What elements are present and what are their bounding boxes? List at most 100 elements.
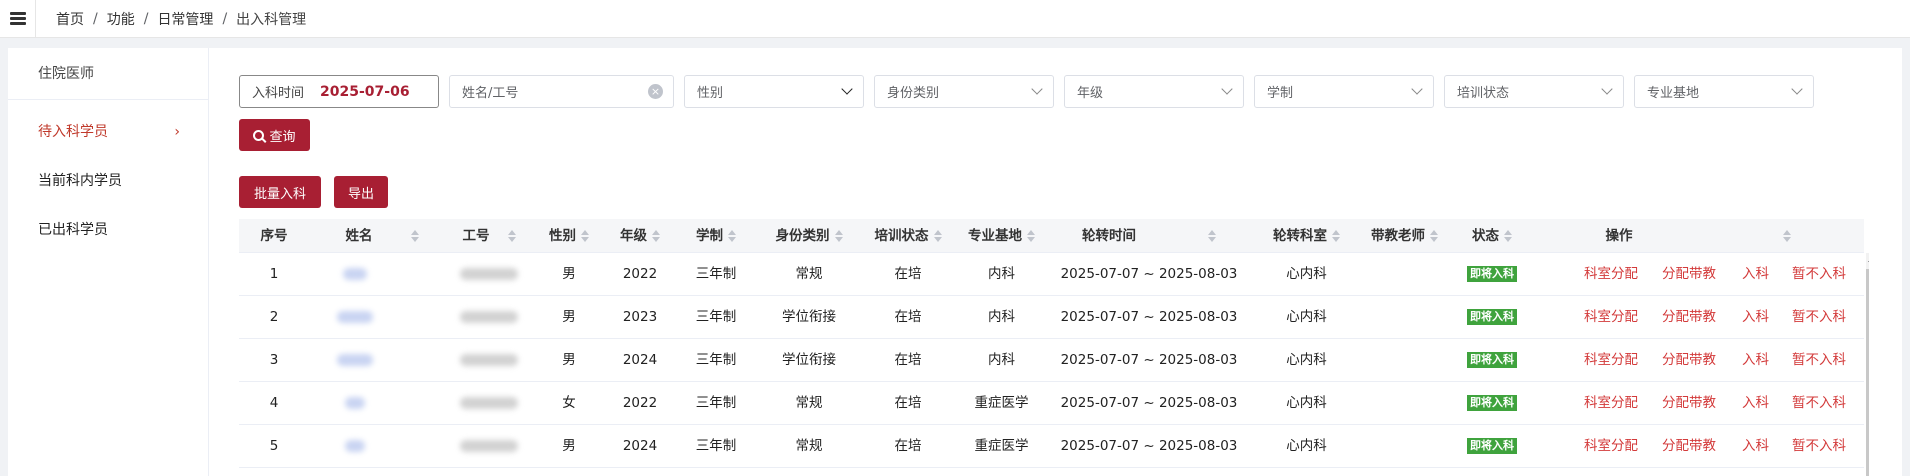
dept-assign-link[interactable]: 科室分配 — [1584, 339, 1638, 382]
table-row: 2 男 2023 三年制 学位衔接 在培 内科 2025-07-07 ~ 2025-08-03… — [239, 296, 1864, 339]
col-header-status[interactable]: 状态 — [1452, 219, 1532, 253]
col-header-gender[interactable]: 性别 — [534, 219, 604, 253]
postpone-entry-link[interactable]: 暂不入科 — [1792, 253, 1846, 296]
col-header-teacher[interactable]: 带教老师 — [1357, 219, 1452, 253]
sidebar-item-current[interactable]: 当前科内学员 — [8, 157, 208, 206]
entry-date-picker[interactable]: 入科时间 2025-07-06 — [239, 75, 439, 108]
sort-icon — [652, 229, 660, 243]
cell-system: 三年制 — [695, 309, 737, 325]
batch-entry-button[interactable]: 批量入科 — [239, 176, 321, 208]
scroll-up-icon[interactable] — [1868, 257, 1869, 262]
sidebar-item-pending[interactable]: 待入科学员 › — [8, 108, 208, 157]
cell-name-redacted[interactable] — [327, 253, 382, 296]
col-header-period[interactable]: 轮转时间 — [1049, 219, 1249, 253]
name-id-input[interactable]: 姓名/工号 × — [449, 75, 674, 108]
table-row: 1 男 2022 三年制 常规 在培 内科 2025-07-07 ~ 2025-08-03 心内… — [239, 253, 1864, 296]
gender-select[interactable]: 性别 — [684, 75, 864, 108]
col-header-name[interactable]: 姓名 — [327, 219, 437, 253]
sidebar-item-exited[interactable]: 已出科学员 — [8, 206, 208, 255]
cell-training: 在培 — [894, 438, 922, 454]
scrollbar-thumb[interactable] — [1866, 269, 1869, 476]
cell-dept: 心内科 — [1286, 352, 1327, 368]
postpone-entry-link[interactable]: 暂不入科 — [1792, 339, 1846, 382]
chevron-down-icon — [841, 83, 853, 95]
col-header-base[interactable]: 专业基地 — [954, 219, 1049, 253]
system-select[interactable]: 学制 — [1254, 75, 1434, 108]
breadcrumb-current: 出入科管理 — [236, 11, 307, 28]
clear-icon[interactable]: × — [648, 84, 663, 99]
identity-select[interactable]: 身份类别 — [874, 75, 1054, 108]
col-header-system[interactable]: 学制 — [676, 219, 756, 253]
top-bar: 首页 / 功能 / 日常管理 / 出入科管理 — [0, 0, 1910, 38]
sort-icon — [581, 229, 589, 243]
cell-dept: 心内科 — [1286, 438, 1327, 454]
grade-select[interactable]: 年级 — [1064, 75, 1244, 108]
filter-bar: 入科时间 2025-07-06 姓名/工号 × 性别 身份类别 年级 学制 培训… — [239, 75, 1824, 108]
dept-assign-link[interactable]: 科室分配 — [1584, 296, 1638, 339]
cell-system: 三年制 — [695, 395, 737, 411]
cell-name-redacted[interactable] — [327, 382, 382, 425]
col-header-dept[interactable]: 轮转科室 — [1254, 219, 1359, 253]
breadcrumb-home[interactable]: 首页 — [56, 9, 84, 29]
postpone-entry-link[interactable]: 暂不入科 — [1792, 382, 1846, 425]
status-badge: 即将入科 — [1467, 352, 1517, 368]
table-header: 序号 姓名 工号 性别 年级 学制 身份类别 培训状态 专业基地 轮转时间 轮转… — [239, 219, 1864, 253]
cell-teacher — [1357, 296, 1452, 339]
enter-dept-link[interactable]: 入科 — [1742, 253, 1769, 296]
enter-dept-link[interactable]: 入科 — [1742, 425, 1769, 468]
enter-dept-link[interactable]: 入科 — [1742, 339, 1769, 382]
col-header-operations: 操作 — [1532, 219, 1864, 253]
cell-gender: 女 — [562, 395, 576, 411]
table-scrollbar[interactable] — [1866, 253, 1869, 476]
query-button-label: 查询 — [269, 129, 296, 145]
cell-training: 在培 — [894, 395, 922, 411]
cell-base: 内科 — [988, 309, 1015, 325]
breadcrumb-function[interactable]: 功能 — [107, 9, 135, 29]
assign-teacher-link[interactable]: 分配带教 — [1662, 425, 1716, 468]
col-header-identity[interactable]: 身份类别 — [756, 219, 862, 253]
cell-teacher — [1357, 339, 1452, 382]
export-button[interactable]: 导出 — [334, 176, 388, 208]
status-badge: 即将入科 — [1467, 438, 1517, 454]
enter-dept-link[interactable]: 入科 — [1742, 296, 1769, 339]
menu-toggle-button[interactable] — [0, 0, 36, 38]
cell-period: 2025-07-07 ~ 2025-08-03 — [1060, 438, 1238, 454]
col-header-training[interactable]: 培训状态 — [862, 219, 954, 253]
cell-id-redacted — [444, 253, 534, 296]
training-status-select[interactable]: 培训状态 — [1444, 75, 1624, 108]
sidebar-title: 住院医师 — [8, 48, 208, 100]
cell-status: 即将入科 — [1452, 339, 1532, 382]
chevron-down-icon — [1791, 83, 1803, 95]
cell-no: 4 — [269, 395, 279, 411]
assign-teacher-link[interactable]: 分配带教 — [1662, 339, 1716, 382]
cell-no: 5 — [269, 438, 279, 454]
col-header-id[interactable]: 工号 — [444, 219, 534, 253]
system-select-label: 学制 — [1267, 86, 1294, 101]
cell-identity: 学位衔接 — [782, 309, 836, 325]
assign-teacher-link[interactable]: 分配带教 — [1662, 382, 1716, 425]
cell-name-redacted[interactable] — [327, 296, 382, 339]
cell-training: 在培 — [894, 309, 922, 325]
cell-name-redacted[interactable] — [327, 425, 382, 468]
cell-grade: 2022 — [622, 395, 658, 411]
cell-dept: 心内科 — [1286, 395, 1327, 411]
cell-name-redacted[interactable] — [327, 339, 382, 382]
dept-assign-link[interactable]: 科室分配 — [1584, 425, 1638, 468]
cell-id-redacted — [444, 382, 534, 425]
postpone-entry-link[interactable]: 暂不入科 — [1792, 296, 1846, 339]
postpone-entry-link[interactable]: 暂不入科 — [1792, 425, 1846, 468]
dept-assign-link[interactable]: 科室分配 — [1584, 382, 1638, 425]
dept-assign-link[interactable]: 科室分配 — [1584, 253, 1638, 296]
breadcrumb-separator: / — [222, 10, 228, 27]
breadcrumb-daily[interactable]: 日常管理 — [157, 9, 213, 29]
enter-dept-link[interactable]: 入科 — [1742, 382, 1769, 425]
cell-identity: 常规 — [795, 266, 823, 282]
chevron-right-icon: › — [174, 124, 180, 140]
base-select[interactable]: 专业基地 — [1634, 75, 1814, 108]
table-row: 4 女 2022 三年制 常规 在培 重症医学 2025-07-07 ~ 2025-08-03… — [239, 382, 1864, 425]
col-header-grade[interactable]: 年级 — [604, 219, 676, 253]
query-button[interactable]: 查询 — [239, 119, 310, 151]
assign-teacher-link[interactable]: 分配带教 — [1662, 253, 1716, 296]
assign-teacher-link[interactable]: 分配带教 — [1662, 296, 1716, 339]
cell-base: 重症医学 — [974, 395, 1029, 411]
